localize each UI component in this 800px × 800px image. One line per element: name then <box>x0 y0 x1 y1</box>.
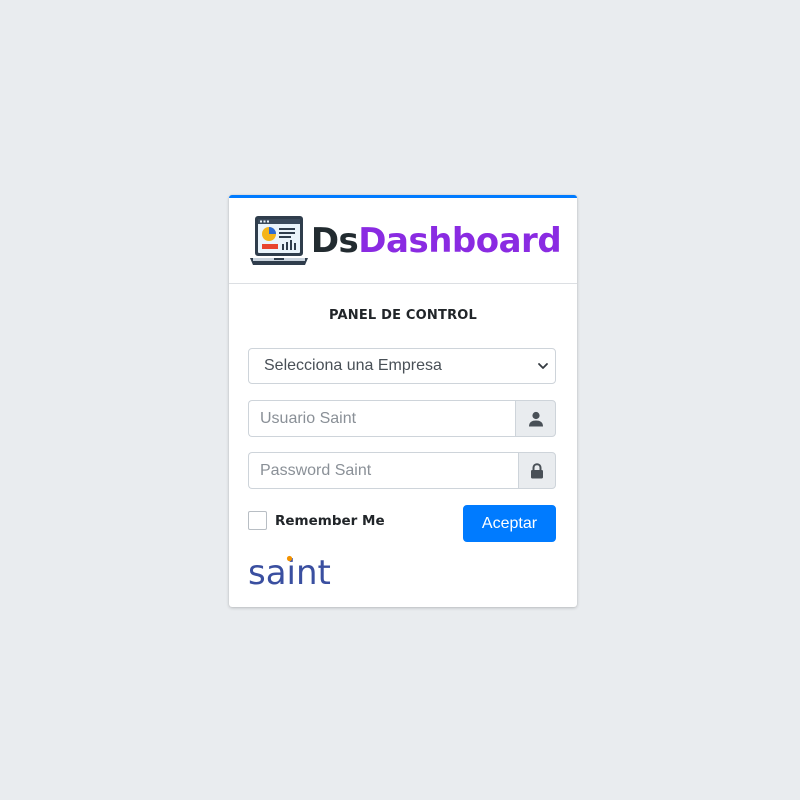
chevron-down-icon <box>538 363 548 369</box>
remember-me: Remember Me <box>248 511 385 530</box>
saint-logo: saint <box>248 553 331 590</box>
username-group: Usuario Saint <box>248 400 556 437</box>
brand-name: DsDashboard <box>310 220 562 261</box>
password-input[interactable]: Password Saint <box>248 452 518 489</box>
saint-logo-dot <box>286 555 293 562</box>
brand-logo: DsDashboard <box>249 213 562 269</box>
username-addon <box>515 400 556 437</box>
panel-title: PANEL DE CONTROL <box>328 308 478 323</box>
brand-prefix: Ds <box>310 220 359 261</box>
company-select[interactable]: Selecciona una Empresa <box>248 348 556 384</box>
lock-icon <box>531 462 543 478</box>
laptop-dashboard-icon <box>249 215 308 265</box>
company-select-value: Selecciona una Empresa <box>264 357 442 374</box>
accept-button[interactable]: Aceptar <box>463 505 556 542</box>
user-icon <box>528 411 543 426</box>
card-header: DsDashboard <box>229 198 577 284</box>
brand-suffix: Dashboard <box>358 220 562 261</box>
password-group: Password Saint <box>248 452 556 489</box>
remember-checkbox[interactable] <box>248 511 267 530</box>
remember-label[interactable]: Remember Me <box>275 513 385 529</box>
password-addon <box>518 452 556 489</box>
card-body: PANEL DE CONTROL <box>229 308 577 323</box>
login-card: DsDashboard PANEL DE CONTROL Selecciona … <box>229 195 577 607</box>
username-input[interactable]: Usuario Saint <box>248 400 515 437</box>
